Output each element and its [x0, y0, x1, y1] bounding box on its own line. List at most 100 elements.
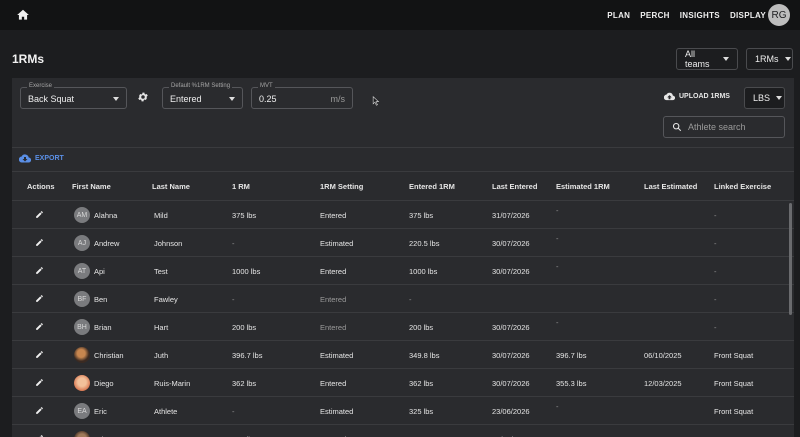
table-row[interactable]: Christian Juth 396.7 lbs Estimated 349.8 lbs…	[12, 340, 794, 368]
column-header-last-name[interactable]: Last Name	[152, 182, 190, 191]
cell-estimated: 396.7 lbs	[556, 351, 587, 360]
chevron-down-icon	[723, 57, 729, 61]
cell-estimated: -	[556, 318, 559, 327]
column-header-actions[interactable]: Actions	[27, 182, 55, 191]
cloud-download-icon	[19, 154, 31, 163]
column-header-1rm-setting[interactable]: 1RM Setting	[320, 182, 363, 191]
cell-first: Ben	[94, 295, 108, 304]
search-icon	[672, 122, 682, 132]
avatar: AT	[74, 263, 90, 279]
chevron-down-icon	[229, 97, 235, 101]
cell-entered: -	[409, 295, 412, 304]
cell-estimated: -	[556, 206, 559, 215]
cell-linked: -	[714, 295, 717, 304]
cell-last: Ruis-Marin	[154, 379, 191, 388]
chevron-down-icon	[776, 96, 783, 100]
upload-1rms-button[interactable]: UPLOAD 1RMS	[664, 92, 730, 101]
avatar: BF	[74, 291, 90, 307]
cell-rm: 375 lbs	[232, 211, 257, 220]
export-button[interactable]: EXPORT	[19, 154, 64, 163]
table-row[interactable]: AM Alahna Mild 375 lbs Entered 375 lbs 31/07/2…	[12, 200, 794, 228]
cell-linked: -	[714, 323, 717, 332]
cell-entered: 200 lbs	[409, 323, 434, 332]
avatar: AJ	[74, 235, 90, 251]
cell-last-estimated: 06/10/2025	[644, 351, 682, 360]
cell-last-entered: 30/07/2026	[492, 351, 530, 360]
edit-pencil-icon[interactable]	[35, 266, 44, 275]
divider	[12, 147, 794, 148]
cell-rm: 396.7 lbs	[232, 351, 263, 360]
cell-entered: 349.8 lbs	[409, 351, 440, 360]
table-scrollbar[interactable]	[789, 203, 792, 315]
edit-pencil-icon[interactable]	[35, 406, 44, 415]
athlete-search-input[interactable]: Athlete search	[663, 116, 785, 138]
edit-pencil-icon[interactable]	[35, 378, 44, 387]
table-row[interactable]: AT Api Test 1000 lbs Entered 1000 lbs 30/07/20…	[12, 256, 794, 284]
column-header-linked-exercise[interactable]: Linked Exercise	[714, 182, 771, 191]
table-row[interactable]: EA Eric Athlete - Estimated 325 lbs 23/06/2026…	[12, 396, 794, 424]
export-label: EXPORT	[35, 155, 64, 162]
column-header-1rm[interactable]: 1 RM	[232, 182, 250, 191]
cell-rm: 200 lbs	[232, 323, 257, 332]
cell-setting: Entered	[320, 295, 347, 304]
cell-last-entered: 30/07/2026	[492, 239, 530, 248]
column-header-last-entered[interactable]: Last Entered	[492, 182, 537, 191]
cell-first: Andrew	[94, 239, 120, 248]
cell-last-entered: 31/07/2026	[492, 211, 530, 220]
default-setting-select[interactable]: Default %1RM Setting Entered	[162, 83, 243, 109]
exercise-select[interactable]: Exercise Back Squat	[20, 83, 127, 109]
table-row[interactable]: EricHennemeyer220 lbsEntered30/07/2026	[12, 424, 794, 437]
edit-pencil-icon[interactable]	[35, 210, 44, 219]
avatar	[74, 375, 90, 391]
default-setting-value: Entered	[170, 94, 202, 104]
gear-icon[interactable]	[137, 91, 149, 103]
divider	[12, 171, 794, 172]
upload-1rms-label: UPLOAD 1RMS	[679, 93, 730, 100]
cloud-upload-icon	[664, 92, 675, 101]
cell-first: Alahna	[94, 211, 118, 220]
cell-entered: 1000 lbs	[409, 267, 438, 276]
edit-pencil-icon[interactable]	[35, 238, 44, 247]
mvt-input[interactable]: MVT 0.25 m/s	[251, 83, 353, 109]
cell-setting: Entered	[320, 267, 347, 276]
nav-link-insights[interactable]: INSIGHTS	[680, 11, 720, 20]
nav-link-plan[interactable]: PLAN	[607, 11, 630, 20]
edit-pencil-icon[interactable]	[35, 322, 44, 331]
column-header-last-estimated[interactable]: Last Estimated	[644, 182, 697, 191]
cell-setting: Estimated	[320, 407, 354, 416]
home-icon[interactable]	[16, 8, 30, 22]
cell-last-entered: 23/06/2026	[492, 407, 530, 416]
one-rm-panel: Exercise Back Squat Default %1RM Setting…	[12, 78, 794, 437]
table-row[interactable]: BF Ben Fawley - Entered - -	[12, 284, 794, 312]
cell-linked: -	[714, 211, 717, 220]
cell-last-estimated: 12/03/2025	[644, 379, 682, 388]
column-header-entered-1rm[interactable]: Entered 1RM	[409, 182, 455, 191]
cell-linked: Front Squat	[714, 379, 754, 388]
units-dropdown[interactable]: LBS	[744, 87, 785, 109]
nav-link-perch[interactable]: PERCH	[640, 11, 670, 20]
column-header-first-name[interactable]: First Name	[72, 182, 111, 191]
nav-link-display[interactable]: DISPLAY	[730, 11, 766, 20]
cell-last-entered: 30/07/2026	[492, 267, 530, 276]
user-avatar[interactable]: RG	[768, 4, 790, 26]
cell-linked: -	[714, 239, 717, 248]
table-row[interactable]: AJ Andrew Johnson - Estimated 220.5 lbs 30/07/…	[12, 228, 794, 256]
team-filter-dropdown[interactable]: All teams	[676, 48, 738, 70]
cell-estimated: -	[556, 402, 559, 411]
table-row[interactable]: Diego Ruis-Marin 362 lbs Entered 362 lbs 30/0…	[12, 368, 794, 396]
table-row[interactable]: BH Brian Hart 200 lbs Entered 200 lbs 30/07/20…	[12, 312, 794, 340]
page-title: 1RMs	[12, 52, 45, 66]
avatar: EA	[74, 403, 90, 419]
column-header-estimated-1rm[interactable]: Estimated 1RM	[556, 182, 610, 191]
edit-pencil-icon[interactable]	[35, 350, 44, 359]
view-filter-dropdown[interactable]: 1RMs	[746, 48, 793, 70]
edit-pencil-icon[interactable]	[35, 294, 44, 303]
avatar: BH	[74, 319, 90, 335]
cell-first: Api	[94, 267, 105, 276]
mvt-value: 0.25	[259, 94, 277, 104]
cell-last: Juth	[154, 351, 169, 360]
cell-first: Eric	[94, 407, 107, 416]
exercise-value: Back Squat	[28, 94, 75, 104]
avatar: AM	[74, 207, 90, 223]
cell-rm: 1000 lbs	[232, 267, 261, 276]
